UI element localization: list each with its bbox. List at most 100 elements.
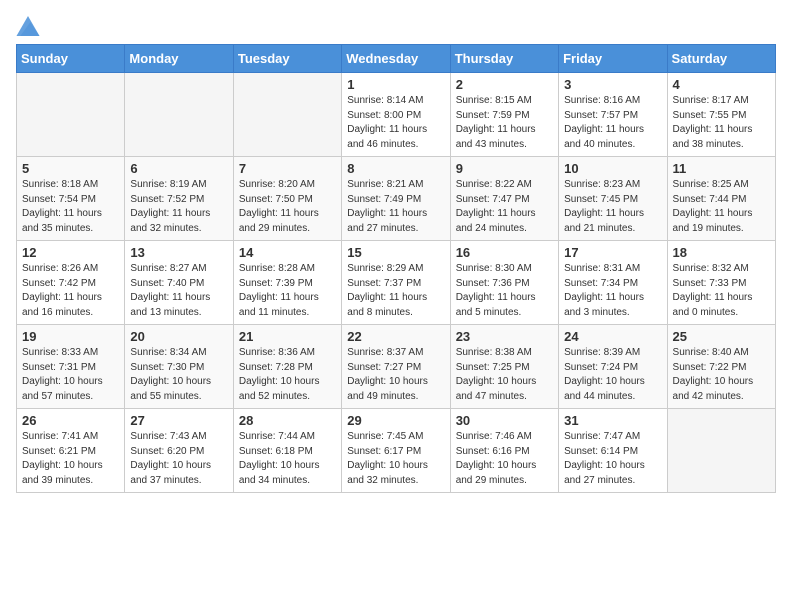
day-number: 20 <box>130 329 227 344</box>
col-header-saturday: Saturday <box>667 45 775 73</box>
day-info: Sunrise: 8:27 AM Sunset: 7:40 PM Dayligh… <box>130 262 227 320</box>
day-number: 28 <box>239 413 336 428</box>
day-number: 22 <box>347 329 444 344</box>
day-number: 24 <box>564 329 661 344</box>
day-number: 30 <box>456 413 553 428</box>
day-cell: 12 Sunrise: 8:26 AM Sunset: 7:42 PM Dayli… <box>17 241 125 325</box>
day-cell: 29Sunrise: 7:45 AM Sunset: 6:17 PM Dayli… <box>342 409 450 493</box>
day-info: Sunrise: 8:29 AM Sunset: 7:37 PM Dayligh… <box>347 262 444 320</box>
logo-icon <box>16 16 40 36</box>
day-info: Sunrise: 8:31 AM Sunset: 7:34 PM Dayligh… <box>564 262 661 320</box>
day-info: Sunrise: 8:14 AM Sunset: 8:00 PM Dayligh… <box>347 94 444 152</box>
day-info: Sunrise: 7:44 AM Sunset: 6:18 PM Dayligh… <box>239 430 336 488</box>
day-cell <box>125 73 233 157</box>
day-cell: 10 Sunrise: 8:23 AM Sunset: 7:45 PM Dayli… <box>559 157 667 241</box>
day-info: Sunrise: 8:20 AM Sunset: 7:50 PM Dayligh… <box>239 178 336 236</box>
logo <box>16 16 44 36</box>
day-cell: 3 Sunrise: 8:16 AM Sunset: 7:57 PM Daylig… <box>559 73 667 157</box>
day-info: Sunrise: 7:45 AM Sunset: 6:17 PM Dayligh… <box>347 430 444 488</box>
day-info: Sunrise: 8:32 AM Sunset: 7:33 PM Dayligh… <box>673 262 770 320</box>
day-info: Sunrise: 8:40 AM Sunset: 7:22 PM Dayligh… <box>673 346 770 404</box>
day-cell: 27 Sunrise: 7:43 AM Sunset: 6:20 PM Dayli… <box>125 409 233 493</box>
day-cell <box>667 409 775 493</box>
day-cell: 5Sunrise: 8:18 AM Sunset: 7:54 PM Daylig… <box>17 157 125 241</box>
day-cell: 7 Sunrise: 8:20 AM Sunset: 7:50 PM Daylig… <box>233 157 341 241</box>
day-info: Sunrise: 8:17 AM Sunset: 7:55 PM Dayligh… <box>673 94 770 152</box>
day-info: Sunrise: 8:26 AM Sunset: 7:42 PM Dayligh… <box>22 262 119 320</box>
day-cell: 21 Sunrise: 8:36 AM Sunset: 7:28 PM Dayli… <box>233 325 341 409</box>
day-info: Sunrise: 7:46 AM Sunset: 6:16 PM Dayligh… <box>456 430 553 488</box>
day-number: 8 <box>347 161 444 176</box>
day-number: 19 <box>22 329 119 344</box>
col-header-tuesday: Tuesday <box>233 45 341 73</box>
day-number: 16 <box>456 245 553 260</box>
day-cell: 16Sunrise: 8:30 AM Sunset: 7:36 PM Dayli… <box>450 241 558 325</box>
day-number: 31 <box>564 413 661 428</box>
page-header <box>16 16 776 36</box>
day-cell: 26 Sunrise: 7:41 AM Sunset: 6:21 PM Dayli… <box>17 409 125 493</box>
week-row-2: 5Sunrise: 8:18 AM Sunset: 7:54 PM Daylig… <box>17 157 776 241</box>
day-cell: 28 Sunrise: 7:44 AM Sunset: 6:18 PM Dayli… <box>233 409 341 493</box>
day-cell: 14 Sunrise: 8:28 AM Sunset: 7:39 PM Dayli… <box>233 241 341 325</box>
header-row: SundayMondayTuesdayWednesdayThursdayFrid… <box>17 45 776 73</box>
day-cell: 23 Sunrise: 8:38 AM Sunset: 7:25 PM Dayli… <box>450 325 558 409</box>
day-info: Sunrise: 8:28 AM Sunset: 7:39 PM Dayligh… <box>239 262 336 320</box>
day-info: Sunrise: 8:16 AM Sunset: 7:57 PM Dayligh… <box>564 94 661 152</box>
day-number: 10 <box>564 161 661 176</box>
day-number: 6 <box>130 161 227 176</box>
day-number: 15 <box>347 245 444 260</box>
col-header-friday: Friday <box>559 45 667 73</box>
day-number: 23 <box>456 329 553 344</box>
day-number: 17 <box>564 245 661 260</box>
week-row-1: 1 Sunrise: 8:14 AM Sunset: 8:00 PM Daylig… <box>17 73 776 157</box>
day-info: Sunrise: 8:23 AM Sunset: 7:45 PM Dayligh… <box>564 178 661 236</box>
day-number: 12 <box>22 245 119 260</box>
calendar-table: SundayMondayTuesdayWednesdayThursdayFrid… <box>16 44 776 493</box>
col-header-sunday: Sunday <box>17 45 125 73</box>
day-cell: 17 Sunrise: 8:31 AM Sunset: 7:34 PM Dayli… <box>559 241 667 325</box>
day-cell: 24Sunrise: 8:39 AM Sunset: 7:24 PM Dayli… <box>559 325 667 409</box>
day-cell <box>17 73 125 157</box>
day-cell: 20 Sunrise: 8:34 AM Sunset: 7:30 PM Dayli… <box>125 325 233 409</box>
col-header-thursday: Thursday <box>450 45 558 73</box>
day-info: Sunrise: 8:37 AM Sunset: 7:27 PM Dayligh… <box>347 346 444 404</box>
day-cell: 4 Sunrise: 8:17 AM Sunset: 7:55 PM Daylig… <box>667 73 775 157</box>
day-cell: 18 Sunrise: 8:32 AM Sunset: 7:33 PM Dayli… <box>667 241 775 325</box>
day-cell: 22 Sunrise: 8:37 AM Sunset: 7:27 PM Dayli… <box>342 325 450 409</box>
day-info: Sunrise: 8:22 AM Sunset: 7:47 PM Dayligh… <box>456 178 553 236</box>
day-info: Sunrise: 8:19 AM Sunset: 7:52 PM Dayligh… <box>130 178 227 236</box>
day-info: Sunrise: 8:38 AM Sunset: 7:25 PM Dayligh… <box>456 346 553 404</box>
day-cell: 9 Sunrise: 8:22 AM Sunset: 7:47 PM Daylig… <box>450 157 558 241</box>
day-info: Sunrise: 8:36 AM Sunset: 7:28 PM Dayligh… <box>239 346 336 404</box>
day-number: 1 <box>347 77 444 92</box>
day-info: Sunrise: 7:41 AM Sunset: 6:21 PM Dayligh… <box>22 430 119 488</box>
day-cell: 6 Sunrise: 8:19 AM Sunset: 7:52 PM Daylig… <box>125 157 233 241</box>
day-info: Sunrise: 7:47 AM Sunset: 6:14 PM Dayligh… <box>564 430 661 488</box>
day-number: 3 <box>564 77 661 92</box>
day-cell: 11 Sunrise: 8:25 AM Sunset: 7:44 PM Dayli… <box>667 157 775 241</box>
day-number: 27 <box>130 413 227 428</box>
day-number: 9 <box>456 161 553 176</box>
day-number: 4 <box>673 77 770 92</box>
day-cell: 8 Sunrise: 8:21 AM Sunset: 7:49 PM Daylig… <box>342 157 450 241</box>
week-row-3: 12 Sunrise: 8:26 AM Sunset: 7:42 PM Dayli… <box>17 241 776 325</box>
day-number: 14 <box>239 245 336 260</box>
day-cell <box>233 73 341 157</box>
day-number: 21 <box>239 329 336 344</box>
day-cell: 31 Sunrise: 7:47 AM Sunset: 6:14 PM Dayli… <box>559 409 667 493</box>
day-number: 7 <box>239 161 336 176</box>
day-info: Sunrise: 8:25 AM Sunset: 7:44 PM Dayligh… <box>673 178 770 236</box>
day-cell: 1 Sunrise: 8:14 AM Sunset: 8:00 PM Daylig… <box>342 73 450 157</box>
week-row-5: 26 Sunrise: 7:41 AM Sunset: 6:21 PM Dayli… <box>17 409 776 493</box>
day-cell: 25 Sunrise: 8:40 AM Sunset: 7:22 PM Dayli… <box>667 325 775 409</box>
day-info: Sunrise: 8:34 AM Sunset: 7:30 PM Dayligh… <box>130 346 227 404</box>
day-number: 18 <box>673 245 770 260</box>
day-info: Sunrise: 7:43 AM Sunset: 6:20 PM Dayligh… <box>130 430 227 488</box>
day-cell: 30 Sunrise: 7:46 AM Sunset: 6:16 PM Dayli… <box>450 409 558 493</box>
day-number: 25 <box>673 329 770 344</box>
day-cell: 2Sunrise: 8:15 AM Sunset: 7:59 PM Daylig… <box>450 73 558 157</box>
day-number: 11 <box>673 161 770 176</box>
day-number: 26 <box>22 413 119 428</box>
day-info: Sunrise: 8:21 AM Sunset: 7:49 PM Dayligh… <box>347 178 444 236</box>
day-cell: 15 Sunrise: 8:29 AM Sunset: 7:37 PM Dayli… <box>342 241 450 325</box>
